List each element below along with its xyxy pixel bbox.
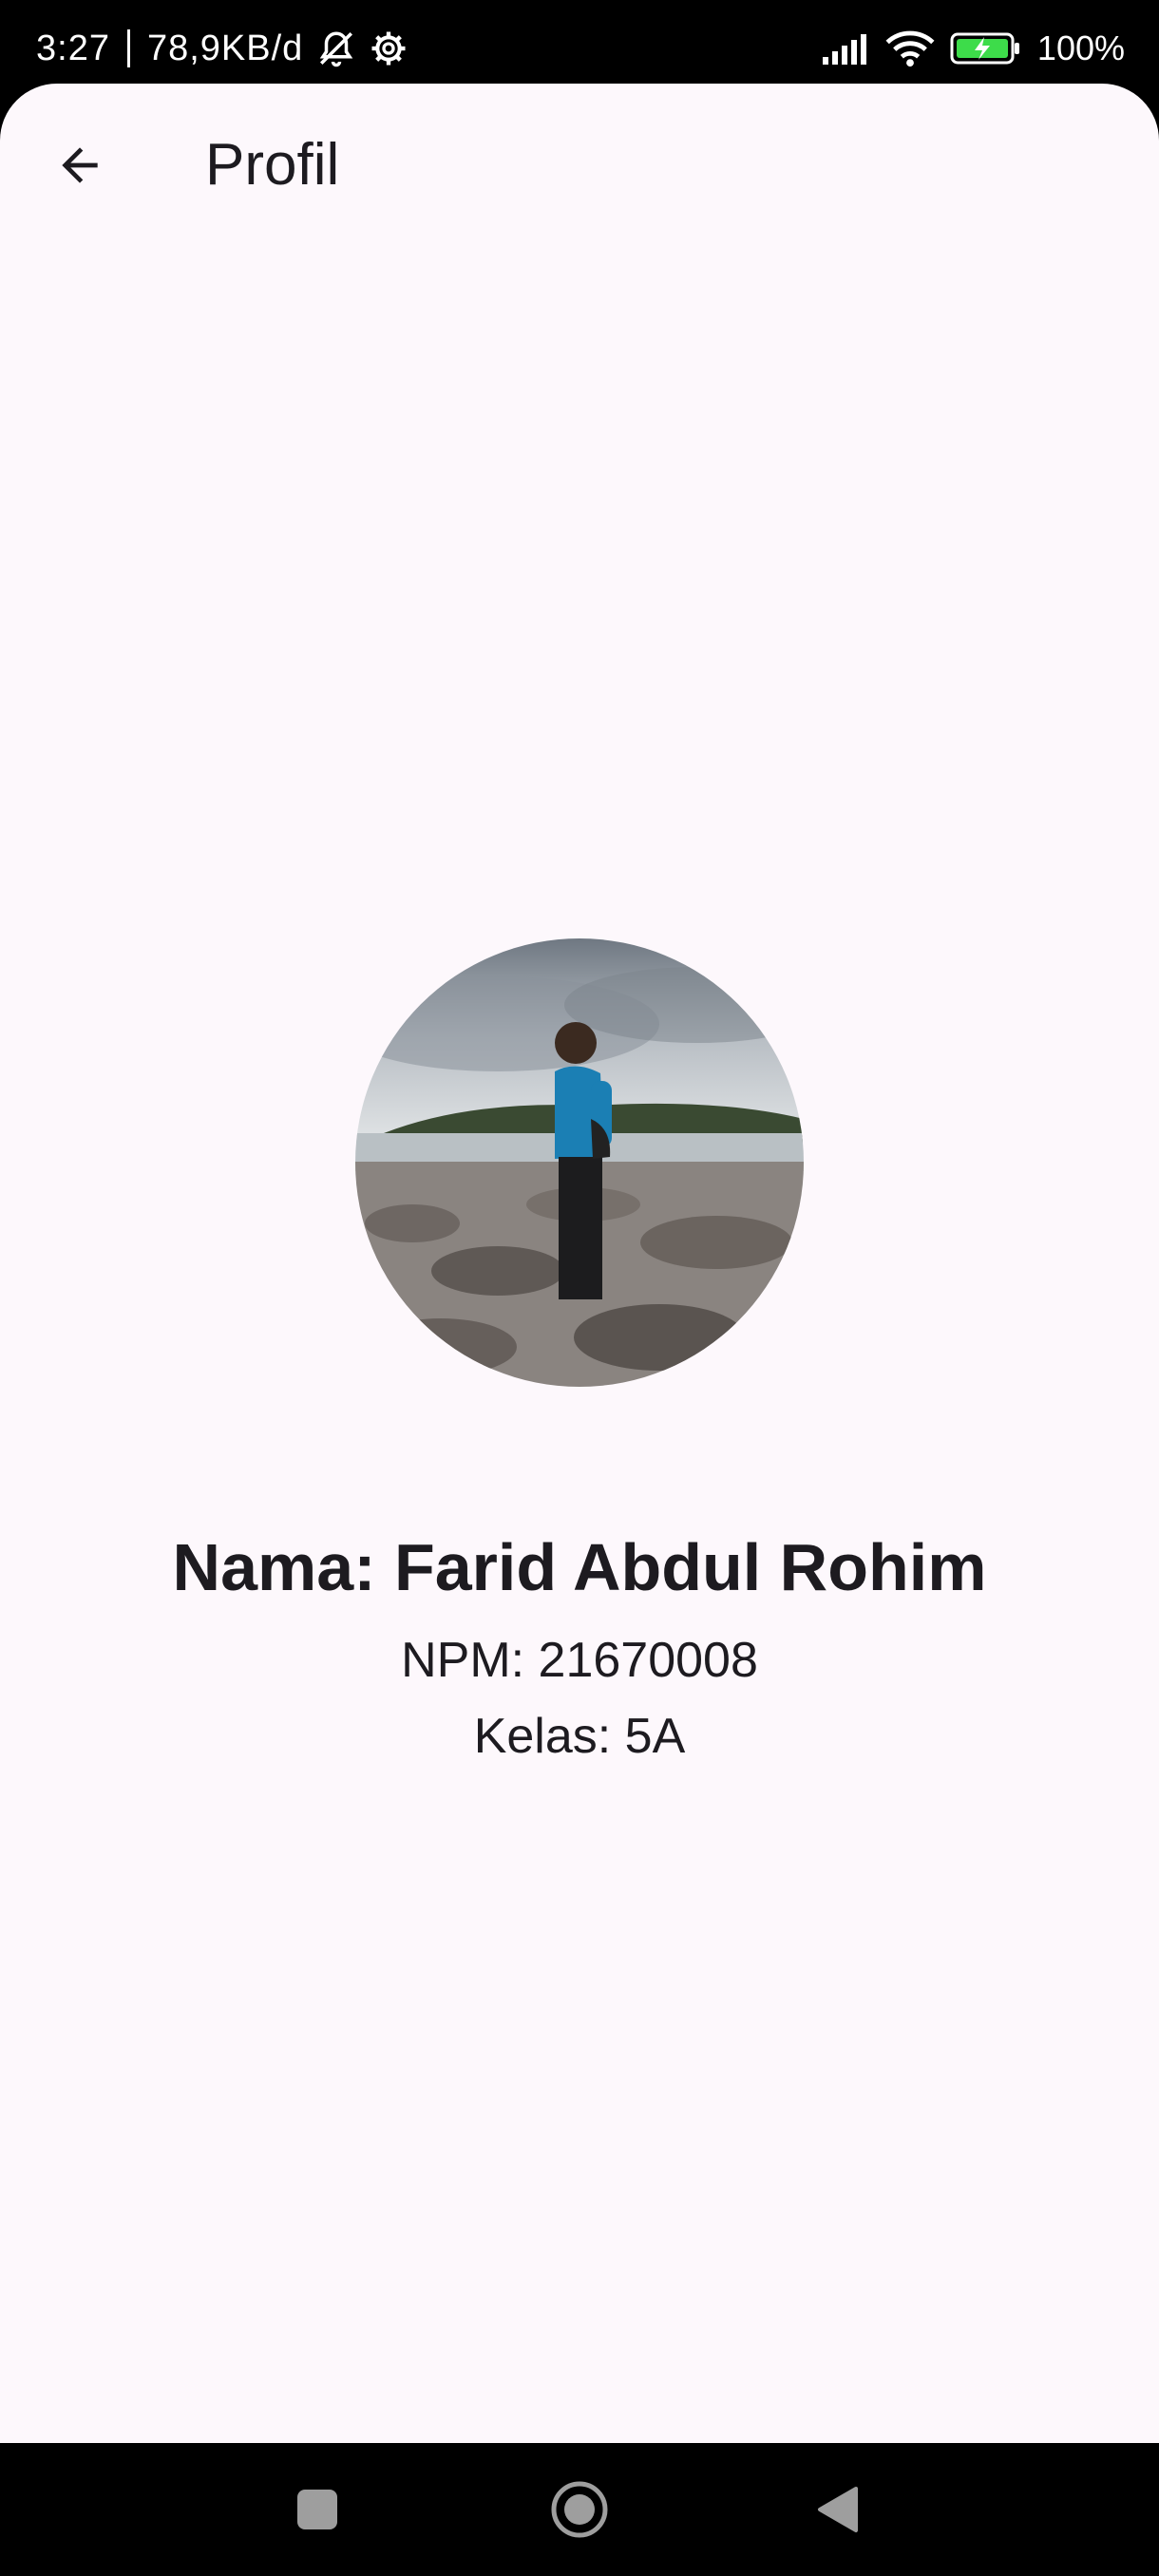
notifications-off-icon [316,28,356,68]
profile-kelas: Kelas: 5A [473,1709,686,1764]
top-app-bar: Profil [0,84,1159,245]
arrow-back-icon [62,147,98,183]
app-surface: Profil Nama: Farid Abdul Rohim NPM: 2167… [0,84,1159,2443]
system-nav-bar [0,2443,1159,2576]
page-title: Profil [205,132,340,198]
profile-photo [355,938,804,1387]
status-bar: 3:27 78,9KB/d 100% [0,0,1159,95]
network-speed: 78,9KB/d [146,28,304,68]
back-button[interactable] [38,123,122,207]
status-separator [126,29,130,67]
back-icon [818,2487,858,2532]
battery-percent: 100% [1036,28,1125,67]
settings-gear-icon [370,29,408,67]
nav-back-button[interactable] [800,2472,876,2548]
battery-charging-icon [950,31,1022,66]
profile-name: Nama: Farid Abdul Rohim [172,1530,987,1604]
wifi-icon [885,29,935,67]
profile-npm: NPM: 21670008 [401,1633,758,1688]
recent-apps-icon [297,2490,337,2529]
status-time: 3:27 [36,28,110,68]
home-icon [551,2481,608,2538]
status-right: 100% [821,21,1125,76]
recent-apps-button[interactable] [279,2472,355,2548]
signal-icon [821,32,870,65]
status-left: 3:27 78,9KB/d [36,21,408,76]
home-button[interactable] [542,2472,618,2548]
